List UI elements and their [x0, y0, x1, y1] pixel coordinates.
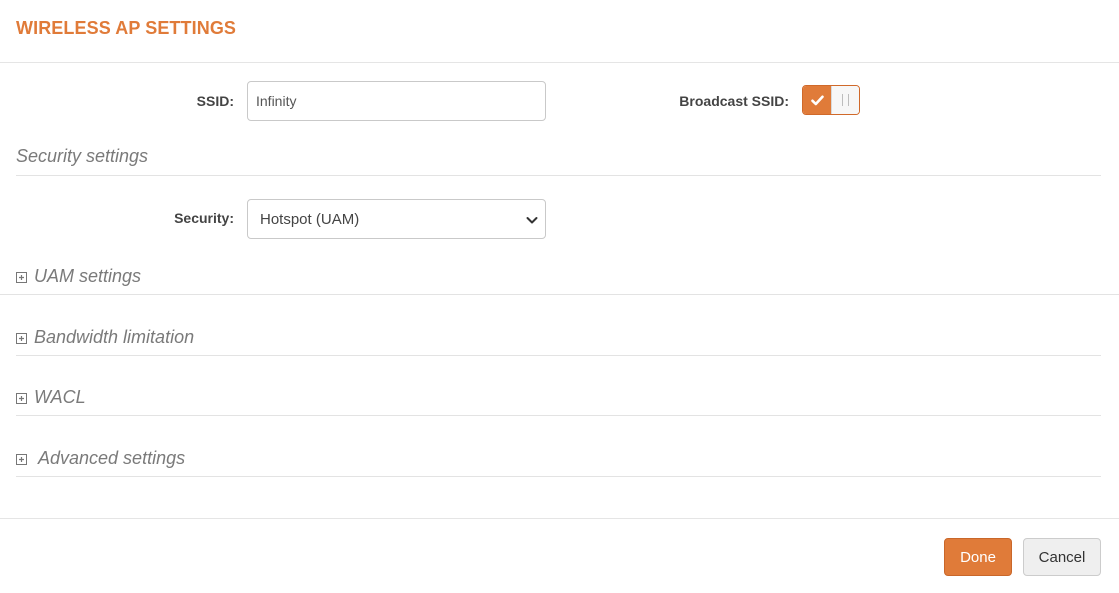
plus-square-icon — [16, 272, 27, 283]
wacl-label: WACL — [34, 387, 86, 407]
broadcast-ssid-toggle[interactable] — [802, 85, 860, 115]
ssid-label: SSID: — [196, 93, 234, 109]
advanced-settings-label: Advanced settings — [38, 448, 186, 468]
cancel-button[interactable]: Cancel — [1023, 538, 1101, 576]
plus-square-icon — [16, 333, 27, 344]
security-label: Security: — [174, 210, 234, 226]
uam-settings-toggle[interactable]: UAM settings — [16, 266, 216, 290]
ssid-input[interactable] — [247, 81, 546, 121]
modal-title: WIRELESS AP SETTINGS — [16, 18, 237, 38]
modal-footer-divider — [0, 518, 1119, 519]
chevron-down-icon — [526, 217, 538, 224]
toggle-on-state — [803, 86, 831, 114]
uam-settings-label: UAM settings — [34, 266, 142, 286]
security-select[interactable]: Hotspot (UAM) — [247, 199, 546, 239]
modal-header: WIRELESS AP SETTINGS — [0, 0, 1119, 63]
plus-square-icon — [16, 393, 27, 404]
done-button[interactable]: Done — [944, 538, 1012, 576]
broadcast-ssid-label: Broadcast SSID: — [679, 93, 789, 109]
wacl-toggle[interactable]: WACL — [16, 387, 136, 411]
bandwidth-divider — [16, 355, 1101, 356]
toggle-handle[interactable] — [831, 86, 859, 114]
uam-divider — [0, 294, 1119, 295]
check-icon — [810, 95, 824, 105]
advanced-settings-toggle[interactable]: Advanced settings — [16, 448, 236, 472]
grip-icon — [842, 94, 849, 106]
advanced-divider — [16, 476, 1101, 477]
plus-square-icon — [16, 454, 27, 465]
wacl-divider — [16, 415, 1101, 416]
bandwidth-limitation-label: Bandwidth limitation — [34, 327, 195, 347]
section-divider — [16, 175, 1101, 176]
security-settings-heading: Security settings — [16, 146, 149, 166]
bandwidth-limitation-toggle[interactable]: Bandwidth limitation — [16, 327, 266, 351]
security-selected-value: Hotspot (UAM) — [260, 211, 360, 228]
